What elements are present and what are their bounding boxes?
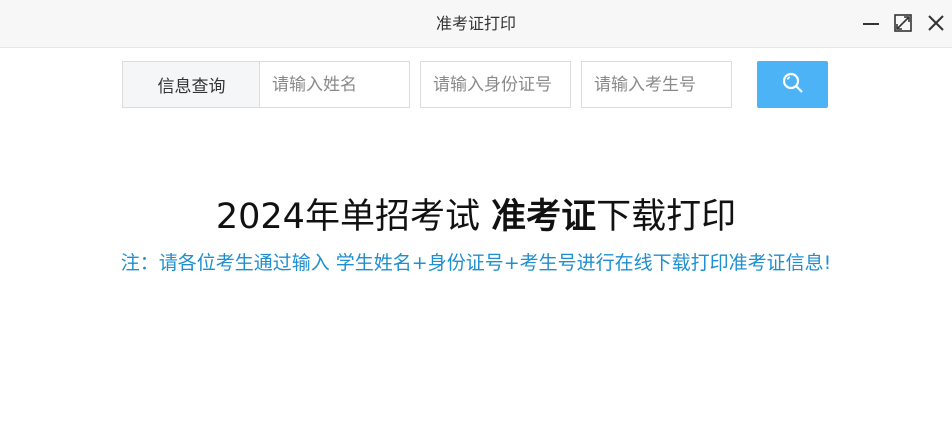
page-title: 2024年单招考试 准考证下载打印	[0, 188, 952, 239]
maximize-button[interactable]	[892, 12, 914, 34]
close-icon	[927, 14, 945, 32]
title-suffix: 下载打印	[596, 197, 737, 237]
window-title: 准考证打印	[435, 14, 516, 33]
name-field-wrapper	[259, 61, 410, 108]
maximize-icon	[893, 13, 913, 33]
title-prefix: 2024年单招考试	[215, 197, 492, 237]
exam-no-field-wrapper	[581, 61, 732, 108]
search-button[interactable]	[757, 61, 828, 108]
title-bold: 准考证	[491, 197, 597, 237]
search-icon	[781, 71, 805, 99]
search-bar: 信息查询	[0, 61, 952, 108]
close-button[interactable]	[925, 12, 947, 34]
name-input[interactable]	[260, 62, 409, 107]
minimize-icon	[862, 14, 880, 32]
minimize-button[interactable]	[860, 12, 882, 34]
notice-text: 注：请各位考生通过输入 学生姓名+身份证号+考生号进行在线下载打印准考证信息!	[120, 252, 832, 274]
id-field-wrapper	[420, 61, 571, 108]
exam-number-input[interactable]	[582, 62, 731, 107]
id-number-input[interactable]	[421, 62, 570, 107]
search-label: 信息查询	[122, 61, 261, 108]
title-bar: 准考证打印	[0, 0, 952, 48]
